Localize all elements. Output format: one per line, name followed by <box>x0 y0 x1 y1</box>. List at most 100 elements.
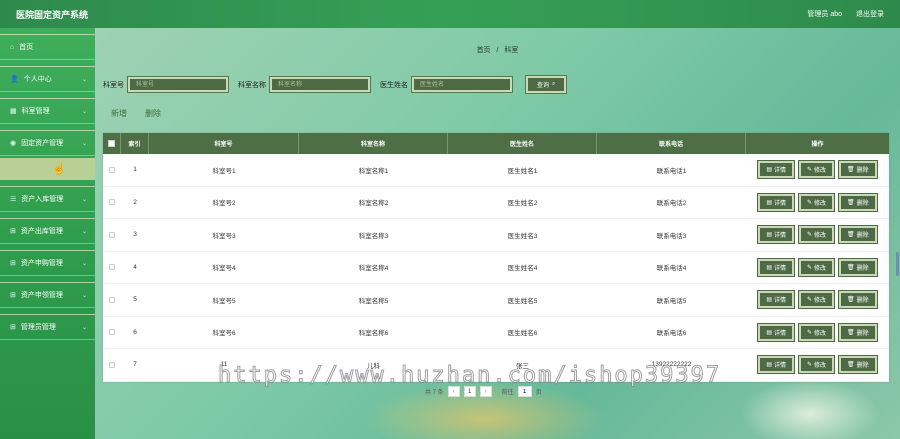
header-doctor-name: 医生姓名 <box>448 133 597 154</box>
doctor-name-input[interactable] <box>411 76 513 93</box>
table-row[interactable]: 3 科室号3 科室名称3 医生姓名3 联系电话3 ▤ 详情 ✎ 修改 🗑 删除 <box>103 219 889 252</box>
row-checkbox[interactable] <box>109 361 115 368</box>
cell-index: 6 <box>133 328 137 336</box>
row-checkbox[interactable] <box>109 264 115 271</box>
detail-button[interactable]: ▤ 详情 <box>757 225 795 245</box>
edit-button[interactable]: ✎ 修改 <box>797 225 836 245</box>
cell-dept-name: 科室名称6 <box>358 330 389 338</box>
goto-label: 前往 <box>501 390 514 396</box>
row-checkbox-cell <box>103 219 121 251</box>
row-checkbox-cell <box>103 349 121 381</box>
detail-button[interactable]: ▤ 详情 <box>757 355 795 375</box>
detail-button[interactable]: ▤ 详情 <box>757 257 795 277</box>
table-row[interactable]: 5 科室号5 科室名称5 医生姓名5 联系电话5 ▤ 详情 ✎ 修改 🗑 删除 <box>103 284 889 317</box>
sidebar-item-7[interactable]: ⊞ 资产申领管理 ⌄ <box>0 282 95 308</box>
delete-button[interactable]: 🗑 删除 <box>838 257 878 277</box>
delete-button[interactable]: 🗑 删除 <box>838 355 878 375</box>
scrollbar-thumb[interactable] <box>896 252 899 276</box>
row-checkbox-cell <box>103 317 121 349</box>
row-checkbox[interactable] <box>109 296 115 303</box>
edit-button[interactable]: ✎ 修改 <box>797 322 836 342</box>
detail-label: 详情 <box>773 363 786 370</box>
table-row[interactable]: 4 科室号4 科室名称4 医生姓名4 联系电话4 ▤ 详情 ✎ 修改 🗑 删除 <box>103 252 889 284</box>
sidebar-item-8[interactable]: ⊞ 管理员管理 ⌄ <box>0 314 95 340</box>
edit-label: 修改 <box>814 330 827 337</box>
cell-phone: 联系电话3 <box>656 232 687 240</box>
chevron-down-icon: ⌄ <box>81 324 87 331</box>
chevron-down-icon: ⌄ <box>81 140 87 147</box>
user-label[interactable]: 管理员 abo <box>807 9 842 19</box>
row-checkbox[interactable] <box>109 166 115 173</box>
cell-phone: 联系电话4 <box>656 265 687 273</box>
sidebar-item-6[interactable]: ⊞ 资产申购管理 ⌄ <box>0 250 95 276</box>
delete-button[interactable]: 🗑 删除 <box>838 160 878 180</box>
doc-icon: ▤ <box>766 264 772 271</box>
pencil-icon: ✎ <box>807 199 813 206</box>
search-label-dept-no: 科室号 <box>103 81 124 89</box>
edit-button[interactable]: ✎ 修改 <box>797 192 836 212</box>
page-unit: 页 <box>535 390 542 396</box>
delete-button[interactable]: 🗑 删除 <box>838 322 878 342</box>
sidebar-item-label: 管理员管理 <box>20 324 56 331</box>
table-header: 索引 科室号 科室名称 医生姓名 联系电话 操作 <box>103 133 889 154</box>
chevron-down-icon: ⌄ <box>81 196 87 203</box>
doc-icon: ▤ <box>766 232 772 239</box>
sidebar-submenu-active[interactable]: ☝ <box>0 158 95 180</box>
sidebar-item-3[interactable]: ◉ 固定资产管理 ⌄ <box>0 130 95 156</box>
dept-name-input[interactable] <box>269 76 371 93</box>
sidebar-item-4[interactable]: ☰ 资产入库管理 ⌄ <box>0 186 95 212</box>
delete-button[interactable]: 🗑 删除 <box>838 225 878 245</box>
breadcrumb-home[interactable]: 首页 <box>477 47 491 54</box>
top-bar: 医院固定资产系统 管理员 abo 退出登录 <box>0 0 900 28</box>
trash-icon: 🗑 <box>847 329 855 336</box>
sidebar-item-label: 资产入库管理 <box>21 196 64 203</box>
add-button[interactable]: 新增 <box>111 108 127 119</box>
detail-button[interactable]: ▤ 详情 <box>757 192 795 212</box>
cell-dept-no: 科室号3 <box>212 232 236 240</box>
table-row[interactable]: 1 科室号1 科室名称1 医生姓名1 联系电话1 ▤ 详情 ✎ 修改 🗑 删除 <box>103 154 889 187</box>
batch-delete-button[interactable]: 删除 <box>145 108 161 119</box>
delete-button[interactable]: 🗑 删除 <box>838 192 878 212</box>
delete-label: 删除 <box>856 330 869 337</box>
detail-button[interactable]: ▤ 详情 <box>757 160 795 180</box>
breadcrumb-current: 科室 <box>504 47 519 54</box>
cell-doctor-name: 医生姓名6 <box>507 330 538 338</box>
sidebar-item-5[interactable]: ⊞ 资产出库管理 ⌄ <box>0 218 95 244</box>
table-row[interactable]: 6 科室号6 科室名称6 医生姓名6 联系电话6 ▤ 详情 ✎ 修改 🗑 删除 <box>103 317 889 349</box>
row-checkbox[interactable] <box>109 231 115 238</box>
cell-dept-name: 科室名称3 <box>358 232 389 240</box>
sidebar-item-0[interactable]: ⌂ 首页 <box>0 34 95 60</box>
sidebar-item-1[interactable]: 👤 个人中心 ⌄ <box>0 66 95 92</box>
detail-button[interactable]: ▤ 详情 <box>757 322 795 342</box>
detail-label: 详情 <box>773 233 786 240</box>
edit-button[interactable]: ✎ 修改 <box>797 160 836 180</box>
edit-label: 修改 <box>814 168 827 175</box>
row-checkbox[interactable] <box>109 199 115 206</box>
cell-phone: 联系电话1 <box>656 167 687 175</box>
dept-no-input[interactable] <box>127 76 229 93</box>
cell-phone: 联系电话5 <box>656 297 687 305</box>
sidebar-item-label: 科室管理 <box>21 108 50 115</box>
sidebar-item-2[interactable]: ▦ 科室管理 ⌄ <box>0 98 95 124</box>
select-all-checkbox[interactable] <box>108 140 115 147</box>
row-checkbox[interactable] <box>109 329 115 336</box>
app-title: 医院固定资产系统 <box>16 10 89 21</box>
logout-link[interactable]: 退出登录 <box>856 9 884 19</box>
search-button[interactable]: 查询 ⌕ <box>524 75 568 94</box>
header-operations: 操作 <box>811 142 824 148</box>
cell-index: 7 <box>133 361 137 369</box>
pencil-icon: ✎ <box>807 167 813 174</box>
row-operations: ▤ 详情 ✎ 修改 🗑 删除 <box>746 154 889 186</box>
row-operations: ▤ 详情 ✎ 修改 🗑 删除 <box>746 349 889 381</box>
detail-button[interactable]: ▤ 详情 <box>757 290 795 310</box>
edit-button[interactable]: ✎ 修改 <box>797 290 836 310</box>
delete-button[interactable]: 🗑 删除 <box>838 290 878 310</box>
edit-button[interactable]: ✎ 修改 <box>797 257 836 277</box>
data-table: 索引 科室号 科室名称 医生姓名 联系电话 操作 1 科室号1 科室名称1 医生姓名1… <box>103 133 889 382</box>
pencil-icon: ✎ <box>807 362 813 369</box>
trash-icon: 🗑 <box>847 167 855 174</box>
cell-index: 5 <box>133 296 137 304</box>
breadcrumb-separator: / <box>496 47 499 54</box>
edit-button[interactable]: ✎ 修改 <box>797 355 836 375</box>
table-row[interactable]: 2 科室号2 科室名称2 医生姓名2 联系电话2 ▤ 详情 ✎ 修改 🗑 删除 <box>103 187 889 219</box>
